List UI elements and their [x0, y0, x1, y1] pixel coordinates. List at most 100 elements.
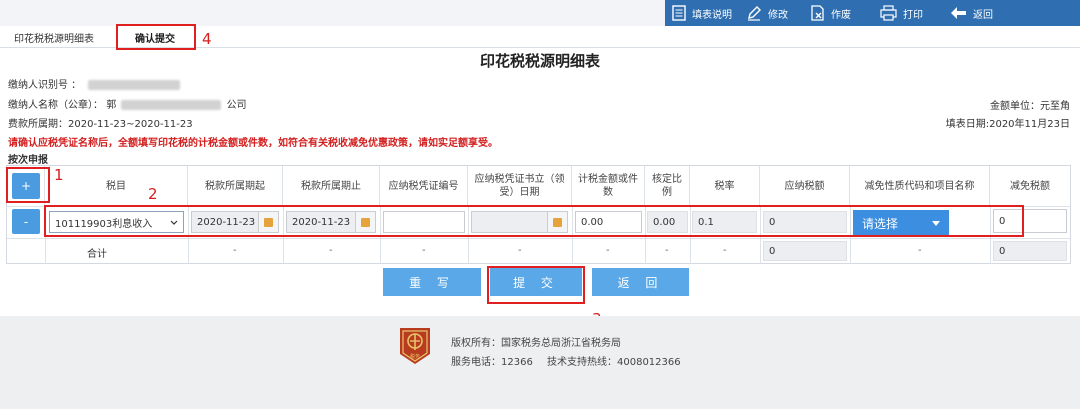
back-label: 返回: [973, 9, 993, 21]
period-end-input[interactable]: 2020-11-23: [286, 211, 376, 233]
pencil-icon: [748, 6, 761, 21]
fill-instructions-label: 填表说明: [692, 9, 732, 21]
return-button[interactable]: 返 回: [592, 268, 689, 296]
header-rate: 税率: [690, 166, 760, 206]
taxpayer-name-row: 缴纳人名称（公章）： 郭 公司: [8, 96, 247, 111]
tax-source-table: 税目 税款所属期起 税款所属期止 应纳税凭证编号 应纳税凭证书立（领受）日期 计…: [6, 165, 1071, 264]
back-button[interactable]: 返回: [950, 0, 993, 26]
void-button[interactable]: 作废: [810, 0, 851, 26]
footer: [0, 316, 1080, 409]
col-divider: [690, 206, 691, 264]
header-voucher-no: 应纳税凭证编号: [380, 166, 468, 206]
header-period-end: 税款所属期止: [283, 166, 380, 206]
header-tax-payable: 应纳税额: [760, 166, 850, 206]
total-relief-amount-field: 0: [993, 241, 1067, 261]
service-phone: 服务电话：12366: [451, 357, 533, 368]
tab-label: 确认提交: [135, 33, 175, 45]
row-divider: [7, 238, 1070, 239]
tax-item-select[interactable]: 101119903利息收入: [49, 211, 184, 233]
col-divider: [380, 206, 381, 264]
header-ratio: 核定比例: [645, 166, 690, 206]
relief-amount-input[interactable]: 0: [993, 209, 1067, 233]
col-divider: [283, 206, 284, 264]
total-dash: -: [723, 245, 727, 256]
total-dash: -: [233, 245, 237, 256]
reset-button[interactable]: 重 写: [383, 268, 481, 296]
printer-icon: [880, 5, 897, 21]
submit-button[interactable]: 提 交: [490, 268, 582, 296]
modify-label: 修改: [768, 9, 788, 21]
rate-field: 0.1: [692, 211, 757, 233]
col-divider: [45, 206, 46, 264]
calendar-icon[interactable]: [258, 212, 278, 232]
voucher-date-input[interactable]: [471, 211, 568, 233]
ratio-value: 0.00: [653, 216, 676, 228]
copyright-text: 版权所有：国家税务总局浙江省税务局: [451, 338, 621, 349]
relief-amount-value: 0: [999, 215, 1006, 227]
period-row: 费款所属期：2020-11-23~2020-11-23: [8, 115, 193, 130]
rate-value: 0.1: [698, 216, 714, 228]
header-voucher-date: 应纳税凭证书立（领受）日期: [468, 166, 572, 206]
total-tax-payable-field: 0: [763, 241, 847, 261]
tab-stamp-tax-detail[interactable]: 印花税税源明细表: [14, 26, 94, 48]
period-end-value: 2020-11-23: [292, 216, 351, 228]
period-label: 费款所属期：: [8, 119, 68, 130]
relief-code-select[interactable]: 请选择: [853, 210, 949, 236]
amount-unit: 金额单位：元至角: [990, 101, 1070, 112]
tax-payable-field: 0: [763, 211, 847, 233]
calendar-icon[interactable]: [547, 212, 567, 232]
taxpayer-name-suffix: 公司: [226, 100, 247, 111]
taxpayer-id-row: 缴纳人识别号 ：: [8, 76, 181, 91]
caret-down-icon: [932, 221, 940, 226]
col-divider: [990, 206, 991, 264]
tax-payable-value: 0: [769, 216, 776, 228]
header-period-start: 税款所属期起: [188, 166, 283, 206]
document-icon: [672, 5, 686, 21]
void-label: 作废: [831, 9, 851, 21]
col-divider: [468, 206, 469, 264]
period-value: 2020-11-23~2020-11-23: [68, 119, 193, 130]
col-divider: [850, 206, 851, 264]
tax-item-value: 101119903利息收入: [55, 218, 153, 230]
taxpayer-name-prefix: 郭: [106, 100, 117, 111]
tab-label: 印花税税源明细表: [14, 33, 94, 45]
support-hotline: 技术支持热线：4008012366: [547, 357, 681, 368]
total-dash: -: [329, 245, 333, 256]
total-relief-amount-value: 0: [999, 245, 1006, 257]
voucher-no-input[interactable]: [383, 211, 465, 233]
total-dash: -: [665, 245, 669, 256]
annotation-4: 4: [202, 30, 212, 48]
logo-text: 税务: [410, 353, 420, 360]
modify-button[interactable]: 修改: [746, 0, 788, 26]
total-tax-payable-value: 0: [769, 245, 776, 257]
col-divider: [572, 206, 573, 264]
print-button[interactable]: 打印: [880, 0, 923, 26]
relief-select-label: 请选择: [862, 216, 899, 231]
fill-date-row: 填表日期:2020年11月23日: [946, 115, 1070, 130]
top-toolbar: 填表说明 修改 作废 打印 返回: [0, 0, 1080, 26]
page-title: 印花税税源明细表: [479, 52, 600, 70]
col-divider: [188, 206, 189, 264]
back-arrow-icon: [951, 7, 966, 19]
header-amount: 计税金额或件数: [572, 166, 645, 206]
period-start-input[interactable]: 2020-11-23: [191, 211, 279, 233]
total-dash: -: [518, 245, 522, 256]
print-label: 打印: [903, 9, 923, 21]
fill-instructions-button[interactable]: 填表说明: [672, 0, 732, 26]
add-row-button[interactable]: +: [12, 173, 40, 199]
redacted-taxpayer-id: [88, 80, 181, 90]
calendar-icon[interactable]: [355, 212, 375, 232]
amount-input[interactable]: 0.00: [575, 211, 642, 233]
tax-bureau-logo: 税务: [400, 328, 430, 364]
tab-confirm-submit[interactable]: 确认提交: [135, 26, 175, 48]
ratio-field: 0.00: [647, 211, 688, 233]
section-title: 按次申报: [8, 155, 48, 166]
col-divider: [760, 206, 761, 264]
remove-row-button[interactable]: -: [12, 209, 40, 234]
redacted-taxpayer-name: [121, 100, 222, 110]
row-divider: [7, 206, 1070, 207]
header-relief-code: 减免性质代码和项目名称: [850, 166, 990, 206]
taxpayer-name-label: 缴纳人名称（公章）：: [8, 100, 103, 111]
chevron-down-icon: [170, 220, 178, 225]
tab-bar: 印花税税源明细表 确认提交: [0, 26, 1080, 48]
